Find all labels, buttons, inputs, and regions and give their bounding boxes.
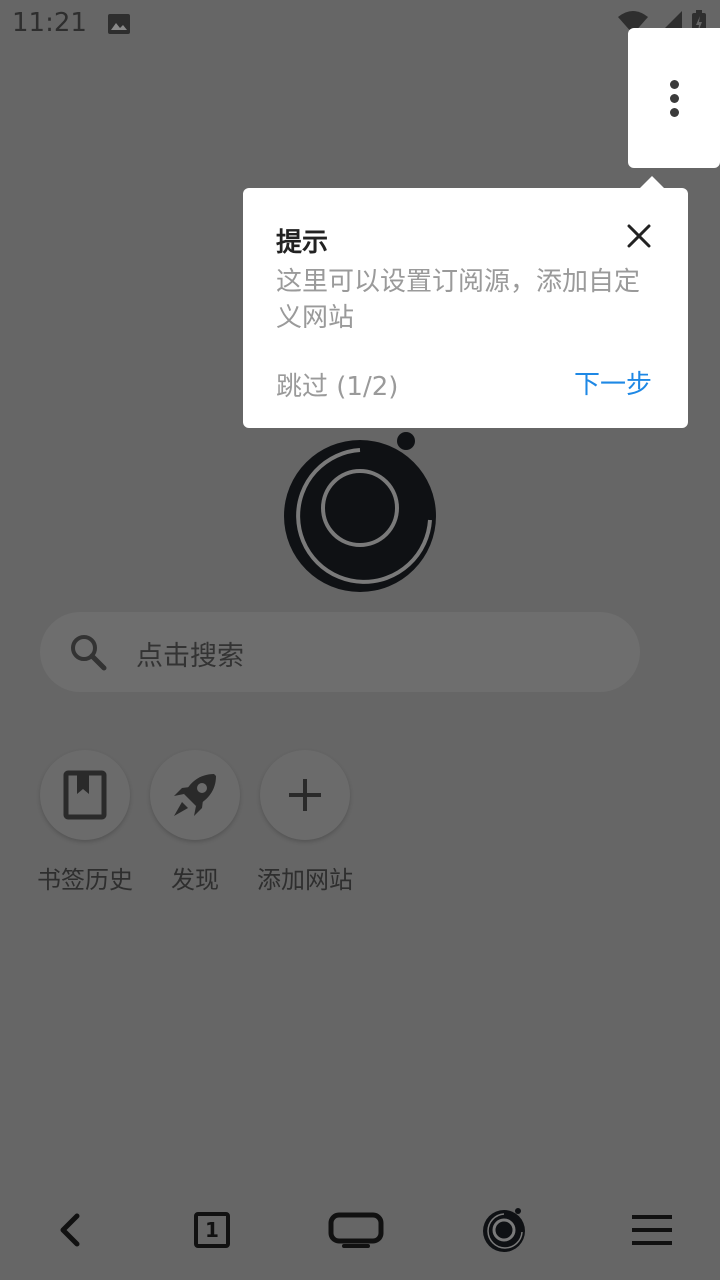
search-placeholder: 点击搜索 — [136, 641, 244, 672]
shortcuts: 书签历史 发现 添加网站 — [30, 750, 360, 895]
shortcut-add-site[interactable]: 添加网站 — [250, 750, 360, 895]
search-bar[interactable]: 点击搜索 — [40, 612, 640, 692]
menu-icon — [632, 1215, 672, 1245]
app-logo — [284, 432, 436, 592]
shortcut-icon-circle — [260, 750, 350, 840]
bottom-nav: 1 — [0, 1180, 720, 1280]
status-bar: 11:21 — [0, 0, 720, 50]
tip-title: 提示 — [276, 228, 329, 258]
shortcut-label: 书签历史 — [37, 866, 133, 894]
close-icon[interactable] — [623, 220, 655, 252]
shortcut-icon-circle — [150, 750, 240, 840]
next-step-button[interactable]: 下一步 — [574, 364, 652, 401]
back-icon — [60, 1213, 80, 1247]
nav-tabs[interactable]: 1 — [172, 1180, 252, 1280]
tabs-icon: 1 — [194, 1212, 230, 1248]
shortcut-discover[interactable]: 发现 — [140, 750, 250, 895]
shortcut-bookmarks-history[interactable]: 书签历史 — [30, 750, 140, 895]
image-icon — [108, 14, 130, 34]
search-icon — [71, 635, 107, 671]
nav-menu[interactable] — [612, 1180, 692, 1280]
more-vertical-icon[interactable] — [664, 80, 684, 120]
nav-tv[interactable] — [316, 1180, 396, 1280]
tip-body: 这里可以设置订阅源，添加自定义网站 — [276, 267, 641, 333]
rocket-icon — [174, 774, 216, 816]
bookmark-icon — [63, 770, 107, 820]
skip-button[interactable]: 跳过 (1/2) — [276, 366, 398, 403]
home-logo-icon — [483, 1208, 525, 1252]
plus-icon — [289, 779, 321, 811]
tip-arrow — [640, 176, 664, 188]
tv-icon — [328, 1212, 384, 1248]
tab-count: 1 — [205, 1218, 219, 1242]
shortcut-label: 发现 — [171, 866, 219, 894]
nav-back[interactable] — [30, 1180, 110, 1280]
nav-home[interactable] — [465, 1180, 545, 1280]
shortcut-icon-circle — [40, 750, 130, 840]
status-time: 11:21 — [12, 8, 87, 38]
tip-popover: 提示 这里可以设置订阅源，添加自定义网站 跳过 (1/2) 下一步 — [243, 188, 688, 428]
shortcut-label: 添加网站 — [257, 866, 353, 894]
